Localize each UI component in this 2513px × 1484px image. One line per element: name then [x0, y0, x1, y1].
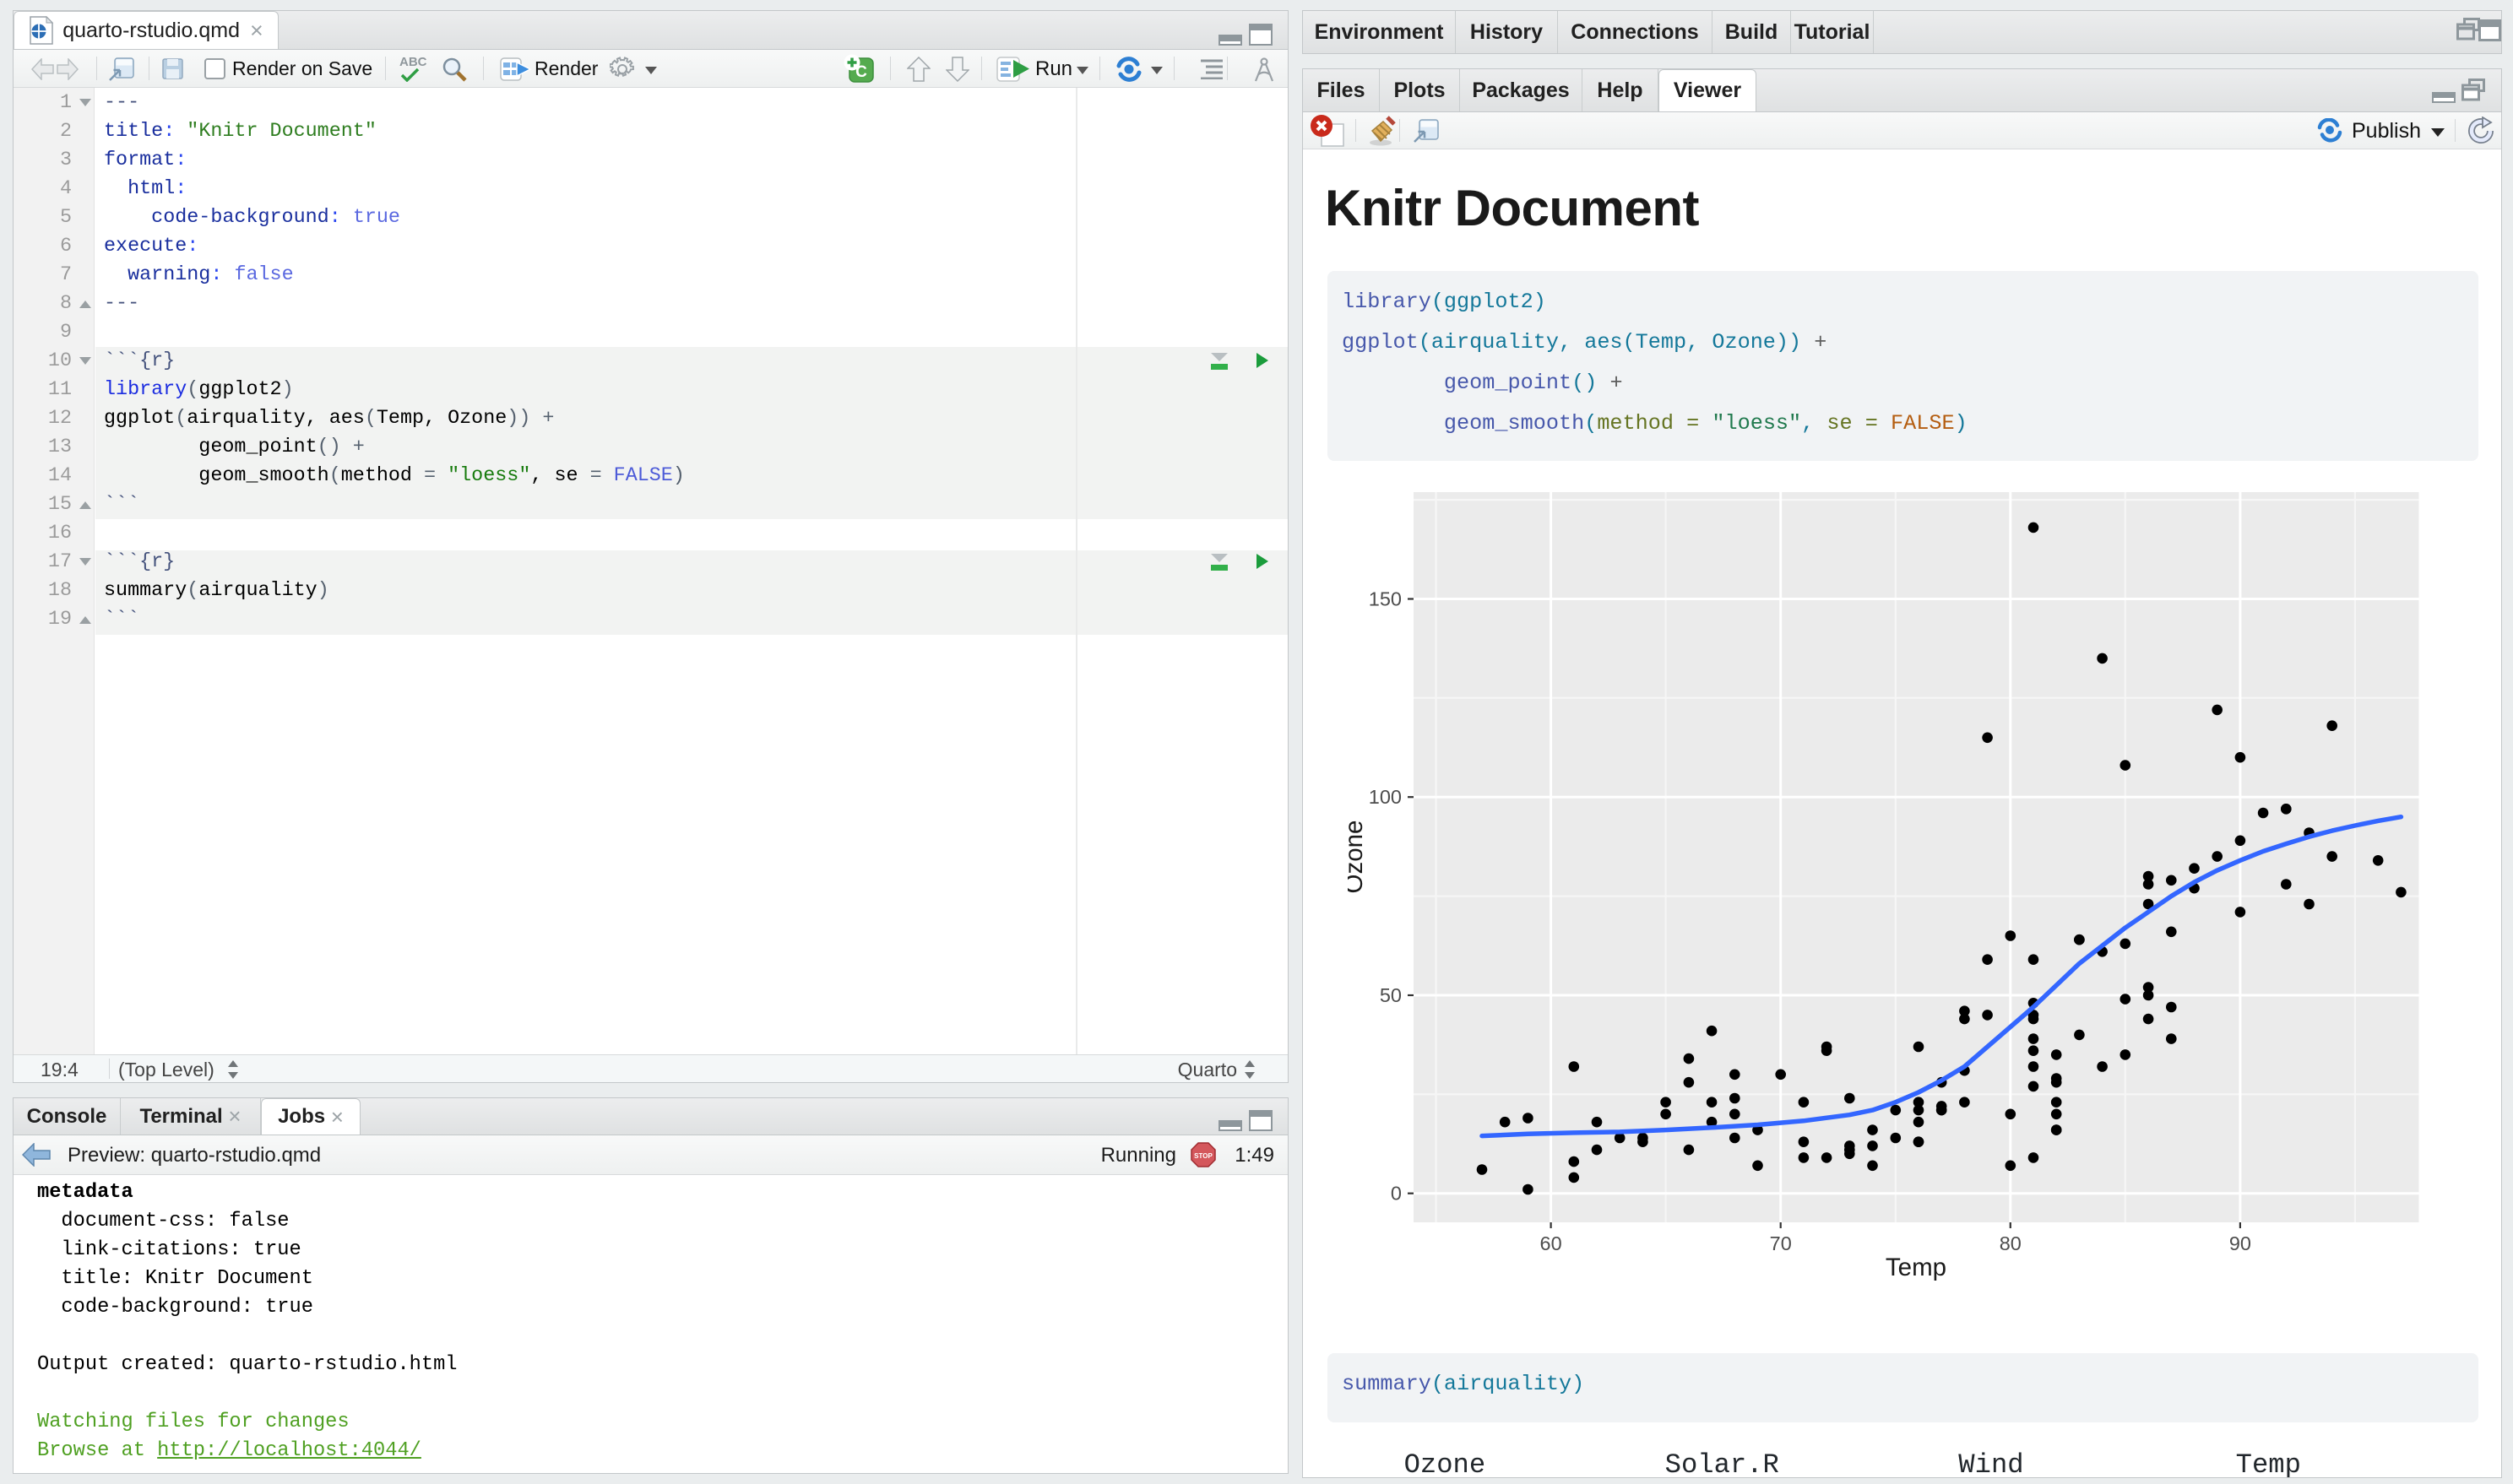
- svg-text:70: 70: [1770, 1232, 1792, 1254]
- svg-text:150: 150: [1369, 588, 1402, 610]
- svg-text:0: 0: [1391, 1183, 1402, 1205]
- svg-text:Temp: Temp: [1886, 1254, 1946, 1281]
- svg-text:Ozone: Ozone: [1348, 821, 1368, 894]
- svg-text:STOP: STOP: [1194, 1152, 1213, 1160]
- svg-text:100: 100: [1369, 786, 1402, 808]
- svg-text:90: 90: [2229, 1232, 2251, 1254]
- svg-text:80: 80: [2000, 1232, 2022, 1254]
- svg-text:50: 50: [1380, 984, 1402, 1006]
- svg-text:60: 60: [1540, 1232, 1562, 1254]
